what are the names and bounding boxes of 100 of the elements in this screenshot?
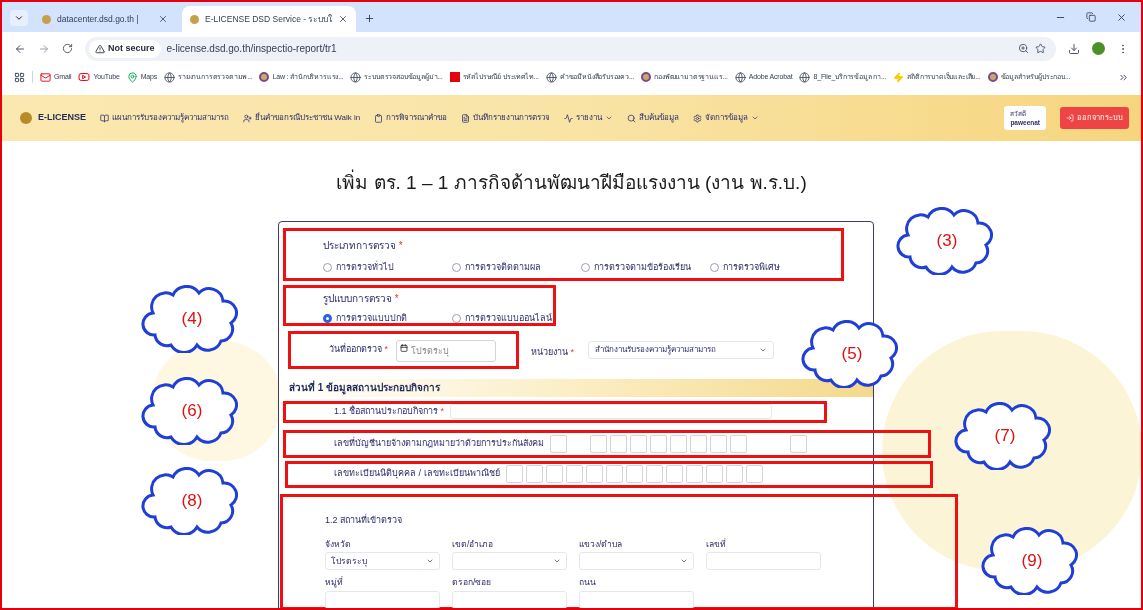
digit-input[interactable] — [525, 465, 543, 483]
new-tab-icon[interactable] — [364, 13, 376, 24]
nav-item[interactable]: ยื่นคำขอกรณีประชาชน Walk in — [243, 112, 361, 124]
digit-input[interactable] — [625, 465, 643, 483]
digit-input[interactable] — [645, 465, 663, 483]
map-pin-icon — [126, 71, 138, 83]
play-icon — [78, 71, 91, 83]
digit-input[interactable] — [505, 465, 523, 483]
brand-logo[interactable]: E-LICENSE — [20, 111, 86, 125]
date-field[interactable]: โปรดระบุ — [396, 340, 497, 362]
tab-list-button[interactable] — [10, 10, 28, 26]
digit-input[interactable] — [630, 434, 647, 453]
digit-input[interactable] — [565, 465, 583, 483]
select-field[interactable]: โปรดระบุ — [325, 552, 440, 571]
address-bar[interactable]: Not secure e-license.dsd.go.th/inspectio-report/tr1 — [85, 36, 1056, 61]
close-icon[interactable] — [338, 14, 349, 24]
radio-option[interactable]: การตรวจแบบออนไลน์ — [452, 311, 552, 325]
radio-icon[interactable] — [323, 313, 332, 323]
digit-input[interactable] — [705, 465, 723, 483]
zoom-icon[interactable] — [1018, 43, 1029, 54]
digit-input[interactable] — [685, 465, 703, 483]
callout-number: (9) — [1021, 550, 1043, 573]
text-input[interactable] — [452, 591, 567, 608]
seal-icon — [259, 72, 270, 82]
nav-item[interactable]: บันทึกรายงานการตรวจ — [461, 112, 551, 124]
callout-number: (3) — [936, 230, 958, 253]
settings-icon — [693, 113, 703, 123]
field-label: หมู่ที่ — [325, 576, 344, 589]
radio-icon[interactable] — [323, 262, 332, 272]
callout-number: (8) — [181, 490, 203, 513]
nav-item[interactable]: แผนการรับรองความรู้ความสามารถ — [100, 112, 229, 124]
radio-option[interactable]: การตรวจติดตามผล — [452, 260, 581, 274]
radio-icon[interactable] — [710, 262, 719, 272]
select-field[interactable] — [452, 552, 567, 571]
digit-input[interactable] — [650, 434, 667, 453]
chevron-down-icon — [14, 13, 24, 23]
digit-input[interactable] — [725, 465, 743, 483]
digit-input[interactable] — [585, 465, 603, 483]
digit-input[interactable] — [730, 434, 747, 453]
close-icon[interactable] — [158, 14, 168, 24]
browser-tab[interactable]: E-LICENSE DSD Service - ระบบใ — [182, 6, 357, 32]
favicon-icon — [190, 14, 199, 24]
favicon-icon — [42, 14, 51, 24]
globe-icon — [164, 71, 176, 83]
callout-number: (7) — [994, 425, 1016, 448]
subsection-title: 1.2 สถานที่เข้าตรวจ — [325, 514, 402, 525]
nav-item[interactable]: การพิจารณาคำขอ — [374, 112, 448, 124]
digit-input[interactable] — [790, 434, 807, 453]
browser-tab[interactable]: datacenter.dsd.go.th | — [34, 6, 176, 32]
text-input[interactable] — [450, 404, 773, 419]
digit-input[interactable] — [745, 465, 763, 483]
radio-option[interactable]: การตรวจตามข้อร้องเรียน — [581, 260, 710, 274]
digit-input[interactable] — [545, 465, 563, 483]
back-icon[interactable] — [14, 42, 26, 55]
user-plus-icon — [243, 113, 252, 123]
field-label: 1.1 ชื่อสถานประกอบกิจการ * — [334, 404, 445, 418]
digit-input[interactable] — [605, 465, 623, 483]
digit-input[interactable] — [665, 465, 683, 483]
download-icon[interactable] — [1068, 42, 1080, 55]
digit-input[interactable] — [550, 434, 567, 453]
radio-option[interactable]: การตรวจแบบปกติ — [323, 311, 452, 325]
radio-option[interactable]: การตรวจพิเศษ — [710, 260, 839, 274]
chevron-down-icon — [751, 114, 760, 122]
radio-icon[interactable] — [581, 262, 590, 272]
digit-input[interactable] — [590, 434, 607, 453]
field-label: เลขทะเบียนนิติบุคคล / เลขทะเบียนพาณิชย์ — [334, 467, 500, 481]
text-input[interactable] — [579, 591, 694, 608]
digit-input[interactable] — [670, 434, 687, 453]
digit-input[interactable] — [610, 434, 627, 453]
agency-select[interactable]: สำนักงานรับรองความรู้ความสามารถ — [588, 340, 775, 359]
star-icon[interactable] — [1035, 43, 1046, 54]
field-label: ตรอก/ซอย — [452, 576, 493, 589]
select-field[interactable] — [579, 552, 694, 571]
apps-icon[interactable] — [14, 71, 25, 83]
reload-icon[interactable] — [62, 43, 73, 54]
radio-option[interactable]: การตรวจทั่วไป — [323, 260, 452, 274]
digit-input[interactable] — [710, 434, 727, 453]
nav-item[interactable]: รายงาน — [564, 112, 614, 124]
nav-item[interactable]: จัดการข้อมูล — [693, 112, 760, 124]
radio-icon[interactable] — [452, 262, 461, 272]
field-label: รูปแบบการตรวจ * — [323, 291, 400, 306]
callout-number: (4) — [181, 308, 203, 331]
radio-icon[interactable] — [452, 313, 461, 323]
text-input[interactable] — [325, 591, 440, 608]
field-label: เลขที่ — [706, 537, 727, 551]
restore-icon[interactable] — [1086, 12, 1096, 22]
search-icon — [627, 113, 637, 123]
text-input[interactable] — [706, 552, 821, 571]
close-icon[interactable] — [1116, 12, 1127, 23]
seal-icon — [987, 72, 998, 82]
digit-input[interactable] — [690, 434, 707, 453]
field-label: วันที่ออกตรวจ * — [329, 342, 389, 356]
pulse-icon — [564, 113, 574, 123]
book-icon — [100, 113, 109, 123]
nav-item[interactable]: สืบค้นข้อมูล — [627, 112, 680, 124]
page-title: เพิ่ม ตร. 1 – 1 ภารกิจด้านพัฒนาฝีมือแรงงาน (งาน พ.ร.บ.) — [336, 169, 807, 198]
field-label: จังหวัด — [325, 537, 352, 551]
profile-avatar[interactable] — [1092, 42, 1105, 55]
security-chip[interactable]: Not secure — [89, 39, 161, 58]
forward-icon[interactable] — [38, 42, 50, 55]
